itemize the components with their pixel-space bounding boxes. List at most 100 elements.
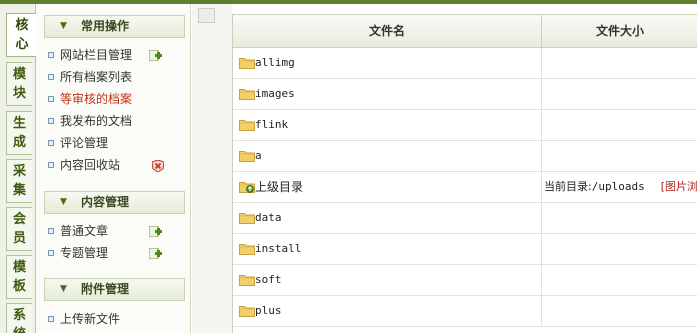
- frame-gutter: [192, 4, 232, 333]
- tab-system[interactable]: 系统: [6, 303, 32, 333]
- table-row[interactable]: images: [233, 79, 697, 110]
- table-row[interactable]: 上级目录 当前目录:/uploads [图片浏览器]: [233, 172, 697, 203]
- file-name-cell: soft: [233, 265, 542, 295]
- sidebar-item-upload-file[interactable]: 上传新文件: [48, 309, 120, 329]
- tab-modules[interactable]: 模块: [6, 62, 32, 106]
- folder-icon: [239, 244, 255, 255]
- tab-templates[interactable]: 模板: [6, 255, 32, 299]
- file-name-cell: 上级目录: [233, 172, 542, 202]
- file-name-link[interactable]: soft: [255, 265, 282, 295]
- sidebar-item-label: 上传新文件: [60, 312, 121, 326]
- add-icon[interactable]: [149, 226, 162, 237]
- add-icon[interactable]: [149, 248, 162, 259]
- chevron-down-icon: ▼: [60, 21, 67, 31]
- bullet-icon: [48, 118, 54, 124]
- file-name-link[interactable]: install: [255, 234, 301, 264]
- tab-members[interactable]: 会员: [6, 207, 32, 251]
- folder-icon: [239, 120, 255, 131]
- file-size-cell: [542, 79, 697, 109]
- frame-toggle-button[interactable]: [198, 8, 215, 23]
- table-row[interactable]: install: [233, 234, 697, 265]
- sidebar-item-articles[interactable]: 普通文章: [48, 221, 108, 241]
- file-name-cell: images: [233, 79, 542, 109]
- sidebar-item-label: 专题管理: [60, 246, 109, 260]
- file-name-link[interactable]: 上级目录: [255, 172, 303, 202]
- sidebar-item-label: 等审核的档案: [60, 92, 133, 106]
- file-name-link[interactable]: plus: [255, 296, 282, 326]
- sidebar-menu: ▼ 常用操作 网站栏目管理 所有档案列表 等审核的档案 我发布的文档 评论管理 …: [36, 4, 191, 333]
- table-row[interactable]: flink: [233, 110, 697, 141]
- sidebar-item-label: 内容回收站: [60, 158, 121, 172]
- chevron-down-icon: ▼: [60, 197, 67, 207]
- image-browser-link[interactable]: [图片浏览器]: [661, 180, 697, 193]
- file-name-link[interactable]: allimg: [255, 48, 295, 78]
- group-header-content[interactable]: ▼ 内容管理: [44, 191, 185, 214]
- table-row[interactable]: allimg: [233, 48, 697, 79]
- folder-icon: [239, 151, 255, 162]
- tab-generate[interactable]: 生成: [6, 111, 32, 155]
- bullet-icon: [48, 52, 54, 58]
- file-name-link[interactable]: flink: [255, 110, 288, 140]
- current-directory-path: /uploads: [591, 180, 645, 193]
- delete-icon[interactable]: [152, 160, 164, 172]
- sidebar-item-column-manage[interactable]: 网站栏目管理: [48, 45, 132, 65]
- file-size-cell: [542, 234, 697, 264]
- column-header-size[interactable]: 文件大小: [542, 15, 697, 48]
- file-name-link[interactable]: data: [255, 203, 282, 233]
- bullet-icon: [48, 228, 54, 234]
- file-name-cell: install: [233, 234, 542, 264]
- bullet-icon: [48, 96, 54, 102]
- file-size-cell: [542, 296, 697, 326]
- file-size-cell: [542, 48, 697, 78]
- column-header-name[interactable]: 文件名: [233, 15, 542, 48]
- bullet-icon: [48, 250, 54, 256]
- file-name-cell: plus: [233, 296, 542, 326]
- add-icon[interactable]: [149, 50, 162, 61]
- file-name-cell: allimg: [233, 48, 542, 78]
- file-name-link[interactable]: images: [255, 79, 295, 109]
- table-row[interactable]: a: [233, 141, 697, 172]
- table-row[interactable]: data: [233, 203, 697, 234]
- file-size-cell: [542, 141, 697, 171]
- folder-icon: [239, 213, 255, 224]
- tab-core[interactable]: 核心: [6, 13, 37, 57]
- bullet-icon: [48, 74, 54, 80]
- folder-icon: [239, 89, 255, 100]
- file-name-cell: data: [233, 203, 542, 233]
- sidebar-item-label: 评论管理: [60, 136, 109, 150]
- current-directory-label: 当前目录:: [544, 180, 592, 193]
- bullet-icon: [48, 316, 54, 322]
- table-header: 文件名 文件大小: [233, 14, 697, 48]
- sidebar-item-label: 我发布的文档: [60, 114, 133, 128]
- file-table: 文件名 文件大小 allimg images flink a 上级目录 当前目录:/upl…: [232, 14, 697, 333]
- file-name-cell: flink: [233, 110, 542, 140]
- table-row[interactable]: plus: [233, 296, 697, 327]
- sidebar-item-label: 网站栏目管理: [60, 48, 133, 62]
- file-name-cell: a: [233, 141, 542, 171]
- sidebar-item-my-documents[interactable]: 我发布的文档: [48, 111, 132, 131]
- sidebar-item-recycle-bin[interactable]: 内容回收站: [48, 155, 120, 175]
- folder-icon: [239, 58, 255, 69]
- folder-icon: [239, 275, 255, 286]
- tab-collect[interactable]: 采集: [6, 159, 32, 203]
- file-size-cell: [542, 203, 697, 233]
- sidebar-item-topics[interactable]: 专题管理: [48, 243, 108, 263]
- sidebar-item-label: 普通文章: [60, 224, 109, 238]
- current-directory: 当前目录:/uploads [图片浏览器]: [544, 172, 697, 202]
- file-name-link[interactable]: a: [255, 141, 262, 171]
- sidebar-item-pending-review[interactable]: 等审核的档案: [48, 89, 132, 109]
- bullet-icon: [48, 140, 54, 146]
- sidebar-item-label: 所有档案列表: [60, 70, 133, 84]
- bullet-icon: [48, 162, 54, 168]
- module-tabs: 核心 模块 生成 采集 会员 模板 系统: [0, 4, 37, 333]
- group-header-common[interactable]: ▼ 常用操作: [44, 15, 185, 38]
- file-size-cell: [542, 110, 697, 140]
- group-title: 常用操作: [81, 19, 130, 33]
- sidebar-item-comments[interactable]: 评论管理: [48, 133, 108, 153]
- file-size-cell: [542, 265, 697, 295]
- group-title: 内容管理: [81, 195, 130, 209]
- group-header-attachments[interactable]: ▼ 附件管理: [44, 278, 185, 301]
- up-folder-icon: [239, 182, 255, 193]
- table-row[interactable]: soft: [233, 265, 697, 296]
- sidebar-item-all-archives[interactable]: 所有档案列表: [48, 67, 132, 87]
